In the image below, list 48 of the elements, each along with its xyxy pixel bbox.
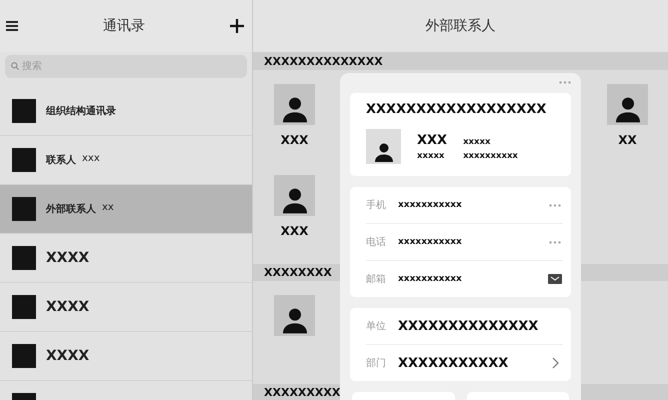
item-thumbnail [12,246,36,270]
field-label: 部门 [366,356,387,370]
contact-avatar[interactable] [274,84,315,125]
field-value: xxxxxxxxxxx [398,274,463,284]
contact-detail: xxxxx [417,150,446,160]
field-value: xxxxxxxxxxx [398,237,463,247]
field-label: 手机 [366,198,387,212]
item-label: XXXX [46,299,90,315]
sidebar-item[interactable]: 组织结构通讯录 [0,87,252,136]
item-thumbnail [12,99,36,123]
item-thumbnail [12,344,36,368]
sidebar-item[interactable]: 外部联系人 xx [0,185,252,234]
contact-detail: xxxxxxxxxx [463,150,518,160]
section-header: XXXXXXXXXXXXXX [253,53,668,70]
contact-avatar[interactable] [274,295,315,336]
field-label: 电话 [366,236,387,249]
item-label: XXXX [46,250,90,266]
item-count: xxx [82,153,100,166]
mail-icon[interactable] [548,274,562,284]
field-label: 单位 [366,320,387,333]
field-value: XXXXXXXXXXX [398,356,510,370]
search-field[interactable]: 搜索 [5,55,247,78]
contact-avatar[interactable] [274,175,315,216]
contact-tag: xxxxx [463,136,518,146]
contact-avatar[interactable] [607,84,648,125]
sidebar-title: 通讯录 [103,17,145,35]
item-count: xx [102,202,114,215]
contact-name: XXX [417,132,448,148]
item-thumbnail [12,197,36,221]
item-label: 外部联系人 [46,202,96,216]
company-name: XXXXXXXXXXXXXXXXXX [366,101,548,119]
contact-name: XXX [280,224,308,238]
sidebar-item[interactable]: XXXX [0,234,252,283]
sidebar-item[interactable]: XXXX [0,283,252,332]
contact-name: XXX [280,133,308,147]
field-value: XXXXXXXXXXXXXX [398,318,540,334]
contact-name: XX [618,133,637,147]
menu-icon[interactable] [6,21,18,31]
chevron-icon[interactable] [552,357,558,369]
add-icon[interactable] [230,19,244,33]
field-value: xxxxxxxxxxx [398,200,463,210]
item-label: 组织结构通讯录 [46,104,116,118]
sidebar-item[interactable]: XXXX [0,332,252,381]
item-label: 联系人 [46,154,76,167]
panel-title: 外部联系人 [426,17,496,35]
item-thumbnail [12,295,36,319]
item-thumbnail [12,148,36,172]
item-label: XXXX [46,348,90,364]
